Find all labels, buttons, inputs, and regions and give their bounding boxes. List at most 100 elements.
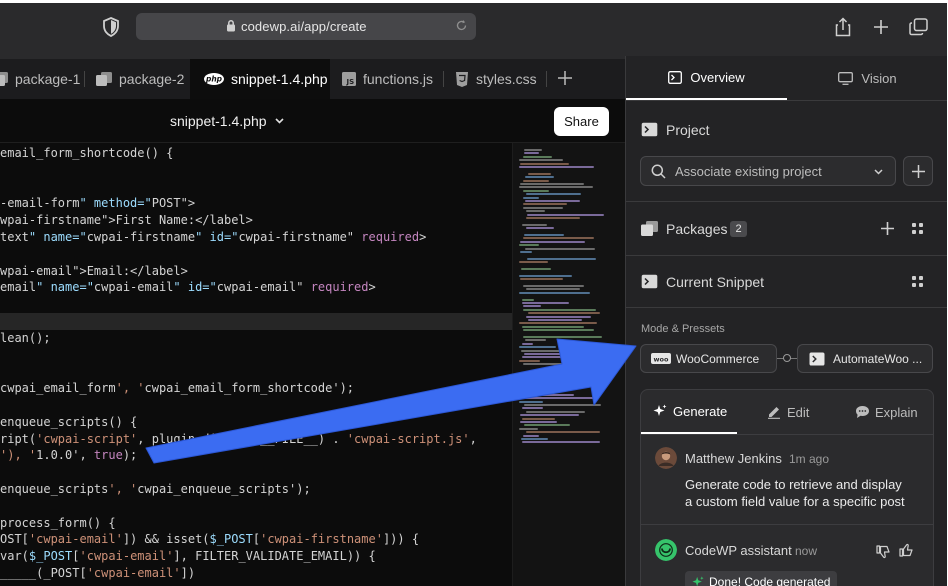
code-line: cwpai_email_form', 'cwpai_email_form_sho… — [0, 381, 355, 396]
editor-header: snippet-1.4.php Share — [0, 99, 625, 143]
minimap-line — [527, 257, 596, 260]
new-tab-icon[interactable] — [873, 19, 889, 35]
url-text: codewp.ai/app/create — [241, 19, 367, 34]
tab-functions-js[interactable]: JS functions.js — [342, 59, 433, 99]
status-badge: Done! Code generated — [685, 571, 838, 586]
minimap-line — [523, 308, 596, 311]
minimap-line — [523, 363, 568, 366]
shield-icon[interactable] — [102, 17, 120, 37]
minimap-line — [523, 179, 549, 182]
minimap-line — [520, 414, 579, 417]
modes-label: Mode & Pressets — [641, 323, 725, 335]
tab-edit[interactable]: Edit — [767, 390, 809, 434]
tab-label: Vision — [861, 70, 897, 86]
file-name: snippet-1.4.php — [170, 113, 267, 129]
minimap-line — [527, 387, 539, 389]
minimap-line — [519, 359, 540, 362]
minimap-line — [522, 397, 598, 400]
code-area[interactable]: email_form_shortcode() { -email-form" met… — [0, 143, 512, 586]
code-editor: snippet-1.4.php Share email_form_shortco… — [0, 99, 625, 586]
tabs-overview-icon[interactable] — [909, 18, 928, 36]
minimap-line — [521, 380, 558, 383]
chat-bubble-icon — [856, 406, 869, 418]
minimap-line — [520, 421, 557, 423]
svg-text:woo: woo — [654, 356, 669, 364]
message-text: a custom field value for a specific post — [685, 494, 905, 509]
code-line: email_form_shortcode() { — [0, 146, 174, 160]
svg-text:JS: JS — [345, 78, 354, 86]
minimap-line — [522, 441, 600, 444]
thumbs-up-icon[interactable] — [899, 543, 913, 557]
mode-chip-woocommerce[interactable]: woo WooCommerce — [640, 344, 777, 373]
minimap-line — [523, 434, 539, 437]
project-select[interactable]: Associate existing project — [640, 156, 896, 186]
package-icon — [0, 72, 8, 86]
tab-label: Explain — [875, 404, 918, 420]
mode-chip-automatewoo[interactable]: AutomateWoo ... — [797, 344, 933, 373]
code-line: -email-form" method="POST"> — [0, 196, 196, 211]
code-line: process_form() { — [0, 515, 116, 530]
minimap-line — [524, 404, 601, 406]
reload-icon[interactable] — [455, 19, 468, 32]
tab-vision[interactable]: Vision — [787, 56, 947, 100]
tab-label: styles.css — [476, 71, 537, 87]
minimap-line — [523, 189, 549, 192]
tab-explain[interactable]: Explain — [855, 390, 918, 434]
drag-handle-icon[interactable] — [912, 223, 923, 234]
minimap-line — [522, 223, 547, 226]
message-author: CodeWP assistant — [685, 543, 792, 558]
tab-generate[interactable]: Generate — [641, 390, 737, 434]
code-line: email" name="cwpai-email" id="cwpai-emai… — [0, 280, 376, 295]
share-button[interactable]: Share — [554, 107, 609, 136]
code-line: _____(_POST['cwpai-email']) — [0, 566, 196, 580]
share-icon[interactable] — [835, 17, 851, 37]
thumbs-down-icon[interactable] — [876, 545, 890, 559]
minimap-line — [522, 417, 555, 420]
minimap-line — [523, 206, 563, 209]
tab-overview[interactable]: Overview — [626, 56, 787, 100]
terminal-icon — [641, 122, 658, 137]
tab-styles-css[interactable]: styles.css — [455, 59, 537, 99]
browser-window: codewp.ai/app/create package-1 package-2… — [0, 3, 947, 586]
minimap-line — [526, 210, 545, 213]
minimap-line — [528, 319, 582, 321]
minimap-line — [526, 193, 581, 196]
minimap-line — [525, 176, 554, 179]
code-line: lean(); — [0, 330, 51, 345]
address-bar[interactable]: codewp.ai/app/create — [136, 13, 476, 40]
minimap-line — [520, 162, 569, 165]
minimap-line — [520, 240, 585, 243]
minimap-line — [519, 244, 539, 247]
current-line-highlight — [0, 313, 512, 330]
add-package-icon[interactable] — [881, 222, 894, 235]
code-minimap[interactable] — [512, 143, 625, 586]
minimap-line — [522, 325, 584, 328]
tab-label: Edit — [787, 404, 810, 420]
minimap-line — [523, 373, 571, 376]
php-icon: php — [204, 73, 224, 85]
file-selector[interactable]: snippet-1.4.php — [170, 113, 284, 129]
mode-label: WooCommerce — [676, 351, 760, 366]
minimap-line — [519, 427, 538, 430]
message-time: now — [795, 544, 818, 558]
packages-count-badge: 2 — [730, 221, 747, 237]
code-line: var($_POST['cwpai-email'], FILTER_VALIDA… — [0, 549, 376, 564]
code-line: enqueue_scripts() { — [0, 414, 138, 429]
pencil-icon — [768, 407, 780, 419]
sparkle-icon — [653, 404, 667, 416]
minimap-line — [519, 166, 594, 168]
minimap-line — [521, 349, 582, 352]
tab-package-2[interactable]: package-2 — [96, 59, 184, 99]
editor-tab-strip: package-1 package-2 php snippet-1.4.php … — [0, 59, 625, 99]
minimap-line — [520, 251, 532, 253]
tab-package-1[interactable]: package-1 — [0, 59, 80, 99]
packages-title: Packages — [666, 221, 728, 237]
add-project-button[interactable] — [903, 156, 933, 186]
minimap-line — [519, 274, 572, 277]
tab-snippet-1-4-php[interactable]: php snippet-1.4.php — [190, 59, 330, 99]
minimap-line — [522, 407, 543, 410]
add-tab-icon[interactable] — [558, 69, 572, 89]
drag-handle-icon[interactable] — [912, 276, 923, 287]
minimap-line — [520, 183, 584, 185]
minimap-line — [526, 288, 580, 291]
